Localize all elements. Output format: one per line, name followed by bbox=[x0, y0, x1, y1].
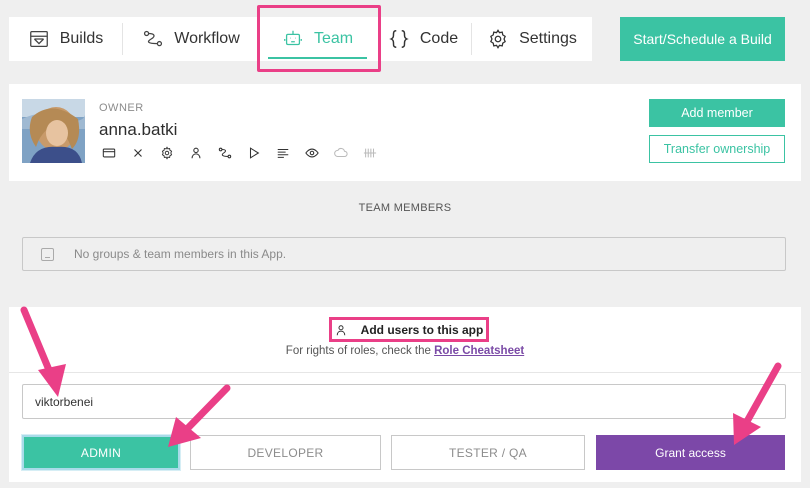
close-icon bbox=[130, 145, 146, 161]
username-input[interactable] bbox=[22, 384, 786, 419]
tab-code[interactable]: Code bbox=[375, 17, 471, 61]
start-build-button[interactable]: Start/Schedule a Build bbox=[620, 17, 785, 61]
tab-code-label: Code bbox=[419, 30, 459, 47]
tab-builds-label: Builds bbox=[59, 30, 104, 47]
tab-builds[interactable]: Builds bbox=[9, 17, 122, 61]
add-member-button[interactable]: Add member bbox=[649, 99, 785, 127]
owner-role-label: OWNER bbox=[99, 102, 144, 114]
grant-access-button[interactable]: Grant access bbox=[596, 435, 785, 470]
tab-team[interactable]: Team bbox=[260, 17, 375, 61]
top-nav: Builds Workflow Team Code Settings bbox=[9, 17, 592, 61]
cloud-icon bbox=[333, 145, 349, 161]
avatar bbox=[22, 99, 85, 163]
owner-panel: OWNER anna.batki Add member Transfer own… bbox=[9, 84, 801, 181]
workflow-icon bbox=[144, 30, 163, 47]
role-developer-button[interactable]: DEVELOPER bbox=[190, 435, 381, 470]
tab-workflow[interactable]: Workflow bbox=[123, 17, 259, 61]
divider bbox=[9, 372, 801, 373]
person-icon bbox=[188, 145, 204, 161]
gear-icon bbox=[490, 29, 507, 49]
role-admin-button[interactable]: ADMIN bbox=[22, 435, 180, 470]
gear-icon bbox=[159, 145, 175, 161]
barcode-icon bbox=[362, 145, 378, 161]
empty-state-icon bbox=[41, 247, 54, 261]
tab-team-label: Team bbox=[313, 30, 354, 47]
tab-settings[interactable]: Settings bbox=[472, 17, 592, 61]
team-members-empty-state: No groups & team members in this App. bbox=[22, 237, 786, 271]
builds-icon bbox=[29, 31, 48, 47]
robot-icon bbox=[284, 30, 302, 46]
role-rights-hint: For rights of roles, check the Role Chea… bbox=[9, 345, 801, 357]
braces-icon bbox=[389, 30, 409, 48]
play-icon bbox=[246, 145, 262, 161]
add-users-title-highlight: Add users to this app bbox=[329, 317, 489, 342]
tab-workflow-label: Workflow bbox=[174, 30, 240, 47]
workflow-icon bbox=[217, 145, 233, 161]
person-icon bbox=[336, 324, 345, 335]
team-members-title: TEAM MEMBERS bbox=[358, 202, 452, 214]
add-users-title: Add users to this app bbox=[360, 322, 484, 337]
role-tester-button[interactable]: TESTER / QA bbox=[391, 435, 585, 470]
tab-settings-label: Settings bbox=[519, 30, 577, 47]
card-icon bbox=[101, 145, 117, 161]
add-users-panel: Add users to this app For rights of role… bbox=[9, 307, 801, 482]
empty-state-text: No groups & team members in this App. bbox=[74, 247, 287, 261]
role-cheatsheet-link[interactable]: Role Cheatsheet bbox=[434, 345, 524, 357]
role-rights-text: For rights of roles, check the bbox=[285, 345, 431, 357]
transfer-ownership-button[interactable]: Transfer ownership bbox=[649, 135, 785, 163]
owner-username: anna.batki bbox=[99, 120, 178, 139]
eye-icon bbox=[304, 145, 320, 161]
permission-icons bbox=[101, 145, 391, 161]
lines-icon bbox=[275, 145, 291, 161]
